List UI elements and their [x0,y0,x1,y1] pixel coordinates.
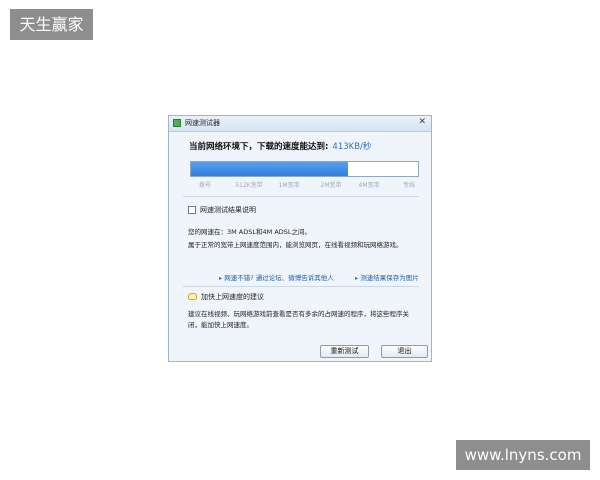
tips-text: 建议在线视频、玩网络游戏前查看是否有多余的占网速的程序，将这些程序关闭，能加快上… [188,310,409,329]
lightbulb-icon [188,293,197,300]
divider [183,286,419,287]
tick-label: 4M宽带 [358,182,380,189]
watermark-bottom-right: www.lnyns.com [456,440,590,470]
divider [183,196,419,197]
window-title: 网速测试器 [185,119,220,127]
speed-headline-text: 当前网络环境下，下载的速度能达到: [189,142,329,152]
exit-button[interactable]: 退出 [381,345,428,358]
result-section-title: 网速测试结果说明 [200,206,256,214]
save-image-link-label: 测速结果保存为图片 [360,274,419,282]
network-speed-app-icon [173,119,181,127]
result-line-range: 您的网速在：3M ADSL和4M ADSL之间。 [188,228,312,236]
title-bar[interactable]: 网速测试器 ✕ [169,116,431,132]
tips-title: 加快上网速度的建议 [201,293,264,301]
save-image-link[interactable]: ▸ 测速结果保存为图片 [355,272,419,282]
speed-progress-fill [191,162,348,176]
retest-button[interactable]: 重新测试 [320,345,369,358]
speed-progress-bar [190,161,419,177]
tick-label: 512K宽带 [235,182,263,189]
result-line-desc: 属于正常的宽带上网速度范围内，能浏览网页，在线看视频和玩网络游戏。 [188,241,403,249]
speed-tick-labels: 拨号 512K宽带 1M宽带 2M宽带 4M宽带 专线 [191,180,419,190]
link-arrow-icon: ▸ [355,274,359,282]
speed-test-window: 网速测试器 ✕ 当前网络环境下，下载的速度能达到: 413KB/秒 拨号 512K… [168,115,432,362]
close-icon[interactable]: ✕ [418,117,426,127]
share-link[interactable]: ▸ 网速不错? 通过论坛、微博告诉其他人 [219,272,334,282]
tick-label: 专线 [402,182,416,189]
speed-value: 413KB/秒 [332,142,372,152]
watermark-top-left: 天生赢家 [10,9,93,40]
tick-label: 1M宽带 [278,182,300,189]
tick-label: 2M宽带 [320,182,342,189]
share-link-label: 网速不错? 通过论坛、微博告诉其他人 [224,274,334,282]
chart-doc-icon [188,206,196,214]
tick-label: 拨号 [198,182,212,189]
link-arrow-icon: ▸ [219,274,223,282]
speed-headline: 当前网络环境下，下载的速度能达到: 413KB/秒 [189,140,371,152]
